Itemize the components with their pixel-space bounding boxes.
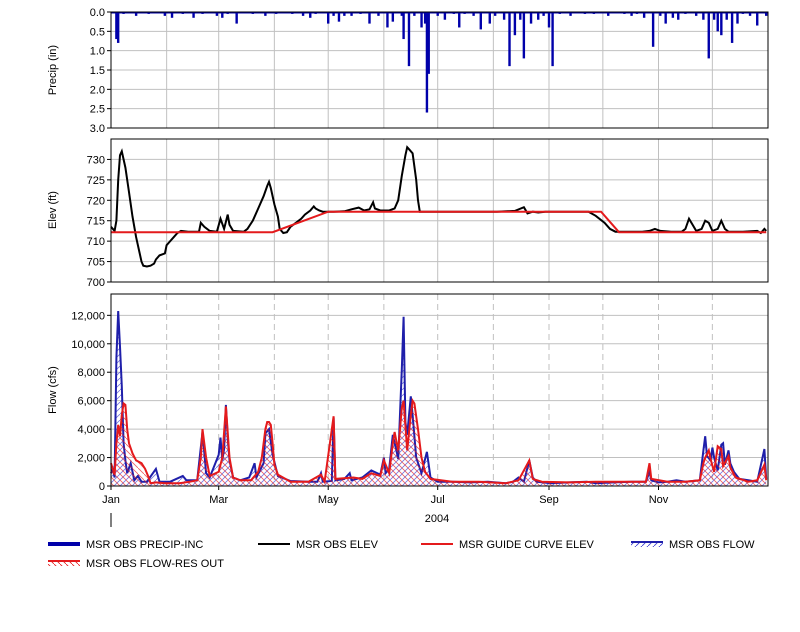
precip-bar: [116, 12, 120, 43]
elev-y-tick-label: 700: [87, 277, 105, 289]
elev-y-tick-label: 710: [87, 236, 105, 248]
flow-y-tick-label: 4,000: [77, 424, 105, 436]
hydrograph-figure: Precip (in) Elev (ft) Flow (cfs) 2004 0.…: [0, 0, 800, 627]
legend-entry-guide: MSR GUIDE CURVE ELEV: [421, 539, 595, 551]
legend-label: MSR OBS FLOW-RES OUT: [86, 558, 224, 570]
elev-plot-frame: [110, 138, 769, 283]
legend-entry-flow_res: MSR OBS FLOW-RES OUT: [48, 558, 224, 570]
precip-bar: [402, 12, 405, 40]
legend-swatch-hatch: [48, 562, 80, 566]
flow-y-tick-label: 2,000: [77, 453, 105, 465]
precip-bar: [551, 12, 554, 67]
precip-bar: [508, 12, 511, 67]
precip-bar: [756, 12, 759, 26]
flow-y-tick-label: 8,000: [77, 367, 105, 379]
flow-y-tick-label: 0: [99, 481, 105, 493]
elev-y-tick-label: 730: [87, 154, 105, 166]
precip-bar: [235, 12, 238, 24]
precip-y-axis-label: Precip (in): [47, 45, 59, 95]
precip-y-tick-label: 3.0: [90, 123, 105, 135]
x-tick-label: Mar: [209, 494, 228, 506]
precip-y-tick-label: 0.0: [90, 7, 105, 19]
x-tick-label: May: [318, 494, 339, 506]
precip-y-tick-label: 1.5: [90, 65, 105, 77]
elev-y-tick-label: 725: [87, 175, 105, 187]
elev-y-tick-label: 720: [87, 195, 105, 207]
precip-bar: [547, 12, 551, 28]
x-tick-label: Jul: [431, 494, 445, 506]
legend-entry-precip: MSR OBS PRECIP-INC: [48, 539, 203, 551]
legend-label: MSR OBS FLOW: [669, 539, 755, 551]
precip-y-tick-label: 2.5: [90, 104, 105, 116]
precip-y-tick-label: 1.0: [90, 46, 105, 58]
legend-label: MSR OBS ELEV: [296, 539, 379, 551]
precip-bar: [488, 12, 491, 24]
precip-bar: [420, 12, 423, 28]
hydrograph-svg: Precip (in) Elev (ft) Flow (cfs) 2004 0.…: [47, 7, 769, 570]
x-tick-label: Jan: [102, 494, 120, 506]
legend-swatch-hatch: [631, 543, 663, 547]
precip-bar: [736, 12, 739, 24]
precip-bar: [707, 12, 710, 59]
elev-y-tick-label: 715: [87, 216, 105, 228]
precip-bar: [720, 12, 723, 36]
x-tick-label: Nov: [649, 494, 669, 506]
precip-y-tick-label: 2.0: [90, 84, 105, 96]
flow-y-tick-label: 10,000: [71, 339, 105, 351]
flow-y-tick-label: 6,000: [77, 396, 105, 408]
precip-bar: [327, 12, 330, 24]
precip-bar: [664, 12, 667, 24]
precip-bar: [479, 12, 482, 30]
flow-y-axis-label: Flow (cfs): [47, 366, 59, 414]
precip-bar: [651, 12, 655, 47]
precip-bar: [458, 12, 461, 28]
legend-label: MSR GUIDE CURVE ELEV: [459, 539, 595, 551]
legend-label: MSR OBS PRECIP-INC: [86, 539, 203, 551]
flow-y-tick-label: 12,000: [71, 310, 105, 322]
precip-bar: [368, 12, 371, 24]
precip-bar: [407, 12, 411, 67]
x-axis-year-label: 2004: [425, 513, 449, 525]
elev-y-tick-label: 705: [87, 257, 105, 269]
precip-bar: [716, 12, 719, 32]
precip-bar: [529, 12, 533, 24]
precip-bar: [427, 12, 430, 74]
elev-y-axis-label: Elev (ft): [47, 191, 59, 229]
legend-entry-flow: MSR OBS FLOW: [631, 539, 755, 551]
precip-bar: [513, 12, 517, 36]
precip-bar: [522, 12, 526, 59]
precip-bar: [730, 12, 734, 43]
legend-entry-elev: MSR OBS ELEV: [258, 539, 379, 551]
x-tick-label: Sep: [539, 494, 559, 506]
precip-y-tick-label: 0.5: [90, 26, 105, 38]
precip-bar: [386, 12, 389, 28]
